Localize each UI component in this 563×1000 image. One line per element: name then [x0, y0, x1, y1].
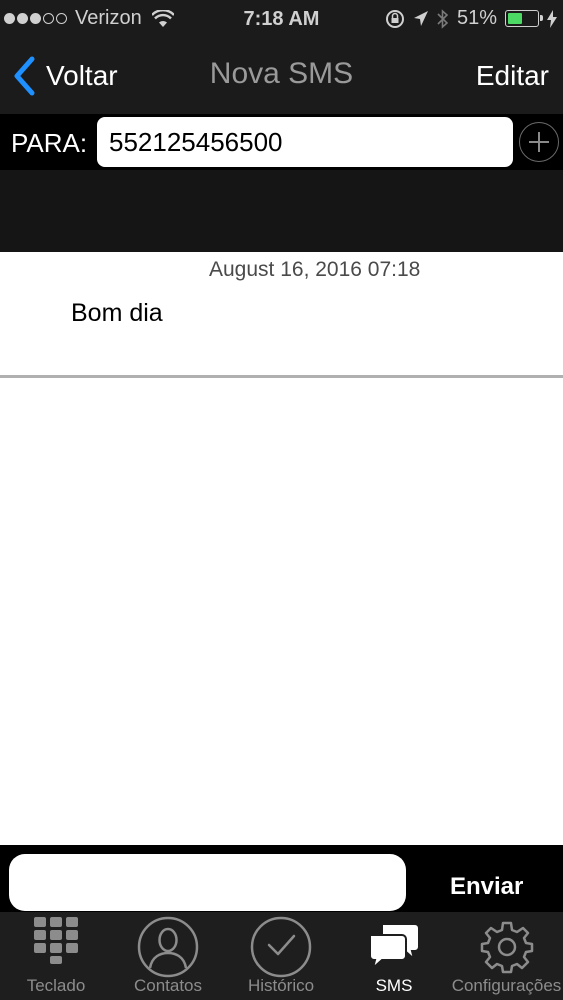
message-date: August 16, 2016 07:18	[209, 258, 421, 281]
tab-keypad[interactable]: Teclado	[0, 912, 112, 1000]
recipient-input[interactable]	[97, 117, 513, 167]
sms-icon	[369, 923, 420, 970]
contacts-icon	[137, 916, 199, 978]
recipient-label: PARA:	[11, 128, 88, 158]
bluetooth-icon	[437, 8, 449, 29]
tab-sms[interactable]: SMS	[338, 912, 450, 1000]
message-item[interactable]: August 16, 2016 07:18 Bom dia	[0, 252, 563, 378]
status-right: 51%	[385, 7, 557, 30]
history-icon	[250, 916, 312, 978]
settings-gear-icon	[480, 921, 533, 974]
charging-bolt-icon	[547, 9, 557, 28]
tab-label: Histórico	[247, 976, 315, 995]
send-button[interactable]: Enviar	[450, 873, 523, 901]
tab-label: Teclado	[26, 976, 86, 995]
location-arrow-icon	[413, 10, 428, 26]
battery-percent: 51%	[456, 7, 497, 29]
compose-bar: Enviar	[0, 845, 563, 912]
message-list[interactable]: August 16, 2016 07:18 Bom dia	[0, 252, 563, 845]
lock-rotation-icon	[385, 9, 404, 28]
recipient-row: PARA:	[0, 114, 563, 170]
tab-history[interactable]: Histórico	[225, 912, 337, 1000]
tab-settings[interactable]: Configurações	[450, 912, 563, 1000]
header-spacer	[0, 170, 563, 252]
keypad-icon	[34, 917, 78, 964]
tab-label: Contatos	[133, 976, 203, 995]
tab-label: Configurações	[451, 976, 562, 995]
navigation-bar: Voltar Nova SMS Editar	[0, 38, 563, 114]
tab-label: SMS	[375, 976, 413, 995]
edit-button[interactable]: Editar	[476, 60, 549, 92]
message-input[interactable]	[9, 854, 406, 911]
add-contact-button[interactable]	[519, 122, 559, 162]
message-text: Bom dia	[71, 299, 163, 327]
battery-icon	[505, 10, 543, 27]
battery-level	[508, 13, 523, 24]
tab-contacts[interactable]: Contatos	[112, 912, 224, 1000]
status-bar: Verizon 7:18 AM 51%	[0, 0, 563, 38]
tab-bar: Teclado Contatos Histórico SMS Configura…	[0, 912, 563, 1000]
